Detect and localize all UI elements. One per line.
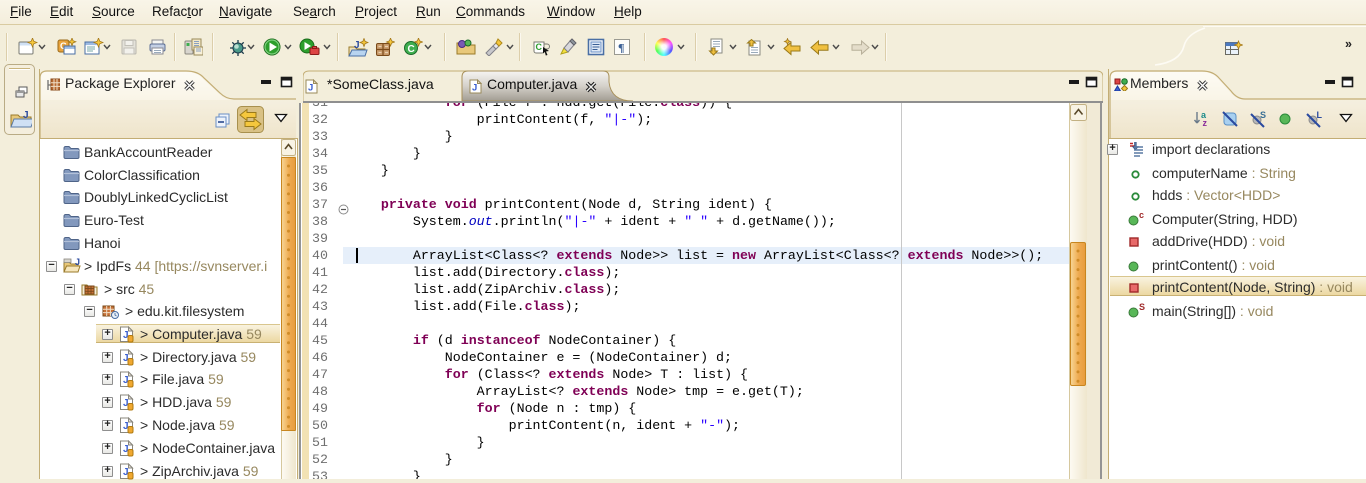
svg-text:z: z [1203, 118, 1208, 128]
svg-text:J: J [308, 83, 313, 94]
svg-text:J: J [23, 110, 29, 121]
svg-text:C: C [408, 44, 415, 55]
svg-text:C: C [536, 42, 543, 52]
svg-text:J: J [472, 83, 477, 94]
svg-text:¶: ¶ [618, 41, 624, 55]
svg-text:J: J [354, 40, 360, 51]
svg-text:S: S [1260, 110, 1266, 120]
svg-text:L: L [1317, 110, 1323, 120]
